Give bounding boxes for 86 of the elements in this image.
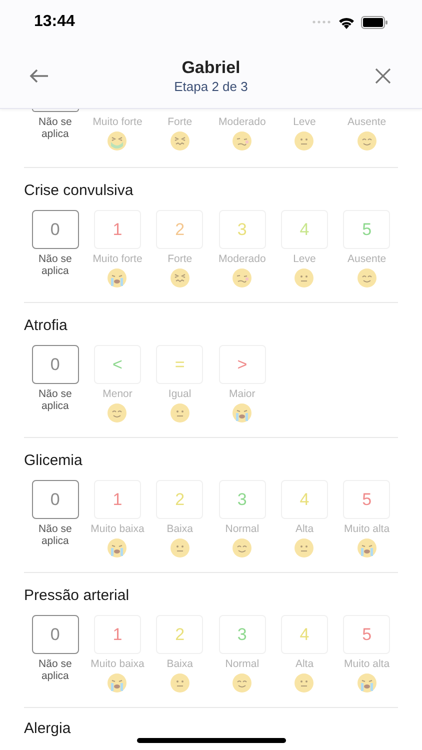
- crying-face-icon: [107, 538, 128, 558]
- header-title: Gabriel: [182, 57, 240, 79]
- neutral-face-icon: [294, 131, 314, 151]
- option-label: Forte: [168, 116, 192, 128]
- squinting-face-icon: [170, 131, 190, 151]
- smiling-face-icon: [356, 268, 377, 288]
- crying-face-icon: [356, 673, 377, 693]
- section-title: Crise convulsiva: [24, 182, 134, 200]
- rating-option[interactable]: 1: [94, 615, 141, 654]
- option-label: Forte: [168, 253, 192, 265]
- section-title: Glicemia: [24, 452, 84, 470]
- smiling-face-icon: [232, 538, 252, 558]
- rating-option[interactable]: 5: [343, 480, 390, 519]
- rating-option[interactable]: 4: [280, 210, 328, 249]
- rating-option[interactable]: =: [156, 345, 204, 384]
- option-label: Normal: [225, 523, 260, 535]
- option-label: Não se aplica: [38, 388, 73, 412]
- rating-option[interactable]: 3: [218, 210, 266, 249]
- option-label: Muito baixa: [90, 523, 144, 535]
- wifi-icon: [338, 16, 355, 28]
- rating-option[interactable]: >: [218, 345, 266, 384]
- battery-icon: [361, 16, 388, 28]
- section-title: Atrofia: [24, 317, 68, 335]
- option-label: Não se aplica: [38, 523, 73, 547]
- header-subtitle: Etapa 2 de 3: [174, 79, 248, 95]
- woozy-face-icon: [232, 131, 252, 151]
- crying-face-icon: [232, 403, 252, 423]
- option-label: Moderado: [218, 116, 266, 128]
- rating-option[interactable]: 2: [156, 210, 204, 249]
- signal-dots-icon: [312, 20, 332, 24]
- rating-option[interactable]: 3: [218, 615, 266, 654]
- rating-option[interactable]: 0: [32, 615, 79, 654]
- rating-option[interactable]: 5: [343, 210, 390, 249]
- option-label: Menor: [102, 388, 132, 400]
- option-label: Leve: [293, 253, 316, 265]
- smiling-face-icon: [107, 403, 128, 423]
- rating-option[interactable]: 5: [343, 615, 390, 654]
- option-label: Igual: [168, 388, 192, 400]
- option-label: Ausente: [348, 116, 386, 128]
- option-label: Muito alta: [344, 523, 390, 535]
- rating-option[interactable]: 3: [218, 480, 266, 519]
- option-label: Baixa: [166, 523, 193, 535]
- rating-option[interactable]: 1: [94, 210, 141, 249]
- rating-option[interactable]: 4: [280, 615, 328, 654]
- rating-option[interactable]: 1: [94, 480, 141, 519]
- rating-option[interactable]: 4: [280, 480, 328, 519]
- crying-face-icon: [107, 268, 128, 288]
- option-label: Muito forte: [92, 253, 142, 265]
- rating-option[interactable]: <: [94, 345, 141, 384]
- rating-option[interactable]: 0: [32, 210, 79, 249]
- woozy-face-icon: [232, 268, 252, 288]
- smiling-face-icon: [356, 131, 377, 151]
- back-arrow-icon: [29, 68, 49, 84]
- option-label: Alta: [295, 523, 314, 535]
- option-label: Muito baixa: [90, 658, 144, 670]
- option-label: Muito forte: [92, 116, 142, 128]
- neutral-face-icon: [170, 538, 190, 558]
- crying-face-icon: [107, 673, 128, 693]
- option-label: Maior: [229, 388, 256, 400]
- option-label: Baixa: [166, 658, 193, 670]
- option-label: Não se aplica: [38, 253, 73, 277]
- option-label: Moderado: [218, 253, 266, 265]
- option-label: Não se aplica: [38, 116, 73, 140]
- crying-face-icon: [356, 538, 377, 558]
- close-icon: [374, 68, 391, 84]
- smiling-face-icon: [232, 673, 252, 693]
- neutral-face-icon: [170, 673, 190, 693]
- section-title: Alergia: [24, 720, 71, 738]
- sick-face-icon: [107, 131, 128, 151]
- status-time: 13:44: [34, 12, 75, 32]
- rating-option[interactable]: 0: [32, 480, 79, 519]
- section-title: Pressão arterial: [24, 587, 130, 605]
- neutral-face-icon: [170, 403, 190, 423]
- neutral-face-icon: [294, 673, 314, 693]
- neutral-face-icon: [294, 538, 314, 558]
- rating-option[interactable]: 2: [156, 615, 204, 654]
- option-label: Leve: [293, 116, 316, 128]
- squinting-face-icon: [170, 268, 190, 288]
- option-label: Ausente: [348, 253, 386, 265]
- option-label: Não se aplica: [38, 658, 73, 682]
- option-label: Muito alta: [344, 658, 390, 670]
- rating-option[interactable]: 0: [32, 345, 79, 384]
- neutral-face-icon: [294, 268, 314, 288]
- option-label: Normal: [225, 658, 260, 670]
- rating-option[interactable]: 2: [156, 480, 204, 519]
- option-label: Alta: [295, 658, 314, 670]
